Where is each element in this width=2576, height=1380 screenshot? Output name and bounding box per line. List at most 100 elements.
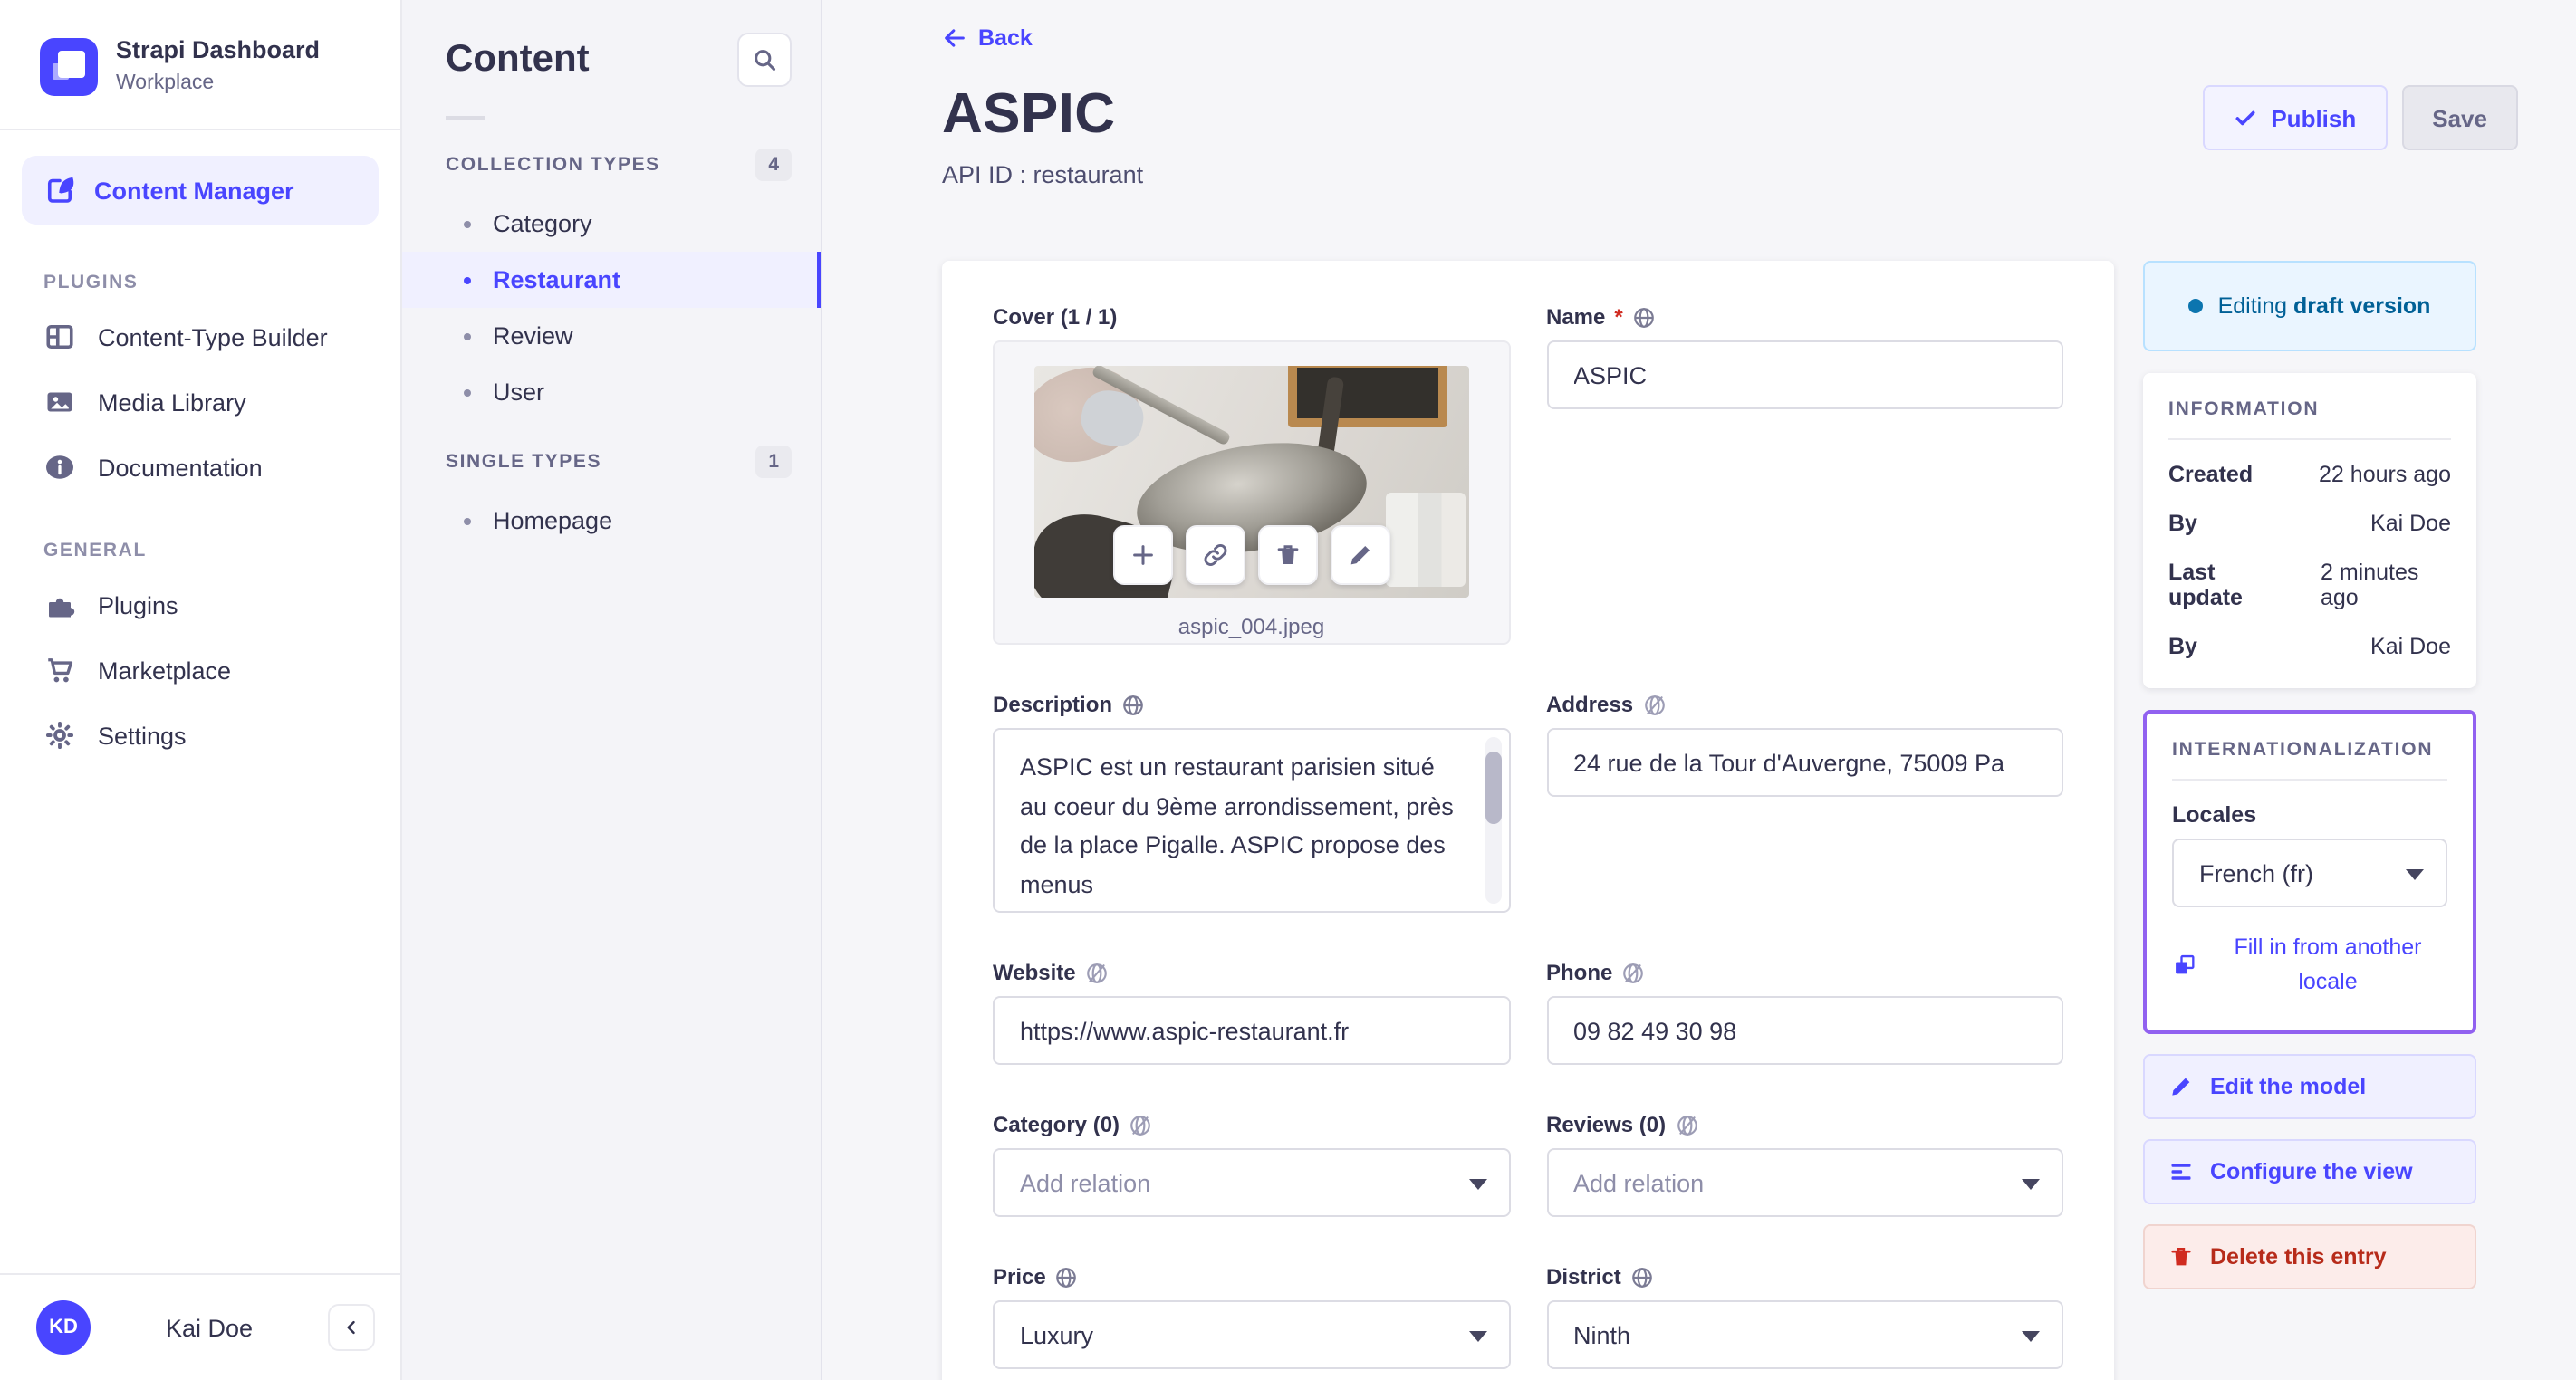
main-sidebar: Strapi Dashboard Workplace Content Manag… bbox=[0, 0, 402, 1380]
photo-containers bbox=[1385, 493, 1466, 587]
sidebar-item-label: Plugins bbox=[98, 591, 178, 619]
caret-down-icon bbox=[2022, 1179, 2040, 1190]
district-field-group: District Ninth bbox=[1546, 1264, 2063, 1369]
pencil-icon bbox=[1350, 546, 1370, 565]
add-media-button[interactable] bbox=[1112, 525, 1173, 585]
caret-down-icon bbox=[2406, 869, 2424, 880]
address-input[interactable] bbox=[1546, 728, 2063, 797]
description-label: Description bbox=[993, 692, 1113, 717]
bullet-icon bbox=[464, 332, 471, 340]
price-select[interactable]: Luxury bbox=[993, 1300, 1510, 1369]
sidebar-item-content-type-builder[interactable]: Content-Type Builder bbox=[0, 305, 400, 370]
globe-slash-icon bbox=[1086, 963, 1107, 982]
globe-slash-icon bbox=[1130, 1115, 1150, 1135]
sidebar-item-category[interactable]: Category bbox=[402, 196, 821, 252]
district-label: District bbox=[1546, 1264, 1621, 1289]
scrollbar-thumb[interactable] bbox=[1485, 752, 1501, 824]
brand-title: Strapi Dashboard bbox=[116, 36, 321, 63]
sidebar-item-review[interactable]: Review bbox=[402, 308, 821, 364]
save-button[interactable]: Save bbox=[2401, 85, 2518, 150]
phone-input[interactable] bbox=[1546, 996, 2063, 1065]
delete-entry-button[interactable]: Delete this entry bbox=[2143, 1223, 2476, 1289]
check-icon bbox=[2235, 110, 2254, 125]
single-types-count: 1 bbox=[755, 446, 792, 478]
photo-blackboard bbox=[1287, 366, 1447, 427]
description-textarea[interactable]: ASPIC est un restaurant parisien situé a… bbox=[993, 728, 1510, 913]
page-title: ASPIC bbox=[942, 81, 1116, 145]
sidebar-item-media-library[interactable]: Media Library bbox=[0, 370, 400, 436]
sidebar-item-label: Documentation bbox=[98, 454, 263, 482]
user-name: Kai Doe bbox=[165, 1314, 254, 1341]
content-manager-icon bbox=[43, 175, 76, 207]
price-label: Price bbox=[993, 1264, 1046, 1289]
publish-button[interactable]: Publish bbox=[2202, 85, 2388, 150]
avatar[interactable]: KD bbox=[36, 1300, 91, 1355]
sidebar-item-label: Content Manager bbox=[94, 177, 294, 205]
pencil-icon bbox=[2172, 1078, 2190, 1096]
website-label: Website bbox=[993, 960, 1076, 985]
entry-form-card: Cover (1 / 1) aspic_004.jpeg Name * ASPI… bbox=[942, 261, 2114, 1380]
sidebar-item-homepage[interactable]: Homepage bbox=[402, 493, 821, 549]
sidebar-item-marketplace[interactable]: Marketplace bbox=[0, 638, 400, 704]
draft-status-badge: Editing draft version bbox=[2143, 261, 2476, 351]
divider bbox=[2168, 438, 2451, 440]
sidebar-item-restaurant[interactable]: Restaurant bbox=[402, 252, 821, 308]
info-row-created-by: By Kai Doe bbox=[2168, 511, 2451, 536]
category-label: Category (0) bbox=[993, 1112, 1120, 1137]
collection-types-count: 4 bbox=[755, 149, 792, 181]
reviews-relation-select[interactable]: Add relation bbox=[1546, 1148, 2063, 1217]
sidebar-item-user[interactable]: User bbox=[402, 364, 821, 420]
delete-media-button[interactable] bbox=[1257, 525, 1318, 585]
back-link[interactable]: Back bbox=[942, 25, 1033, 51]
single-types-label: SINGLE TYPES bbox=[446, 451, 602, 473]
internationalization-card: INTERNATIONALIZATION Locales French (fr)… bbox=[2143, 710, 2476, 1034]
edit-media-button[interactable] bbox=[1330, 525, 1390, 585]
sidebar-item-content-manager[interactable]: Content Manager bbox=[22, 156, 379, 225]
chevron-left-icon bbox=[347, 1320, 355, 1335]
collapse-sidebar-button[interactable] bbox=[328, 1304, 375, 1351]
copy-link-button[interactable] bbox=[1185, 525, 1245, 585]
sidebar-item-settings[interactable]: Settings bbox=[0, 704, 400, 769]
sub-item-label: Restaurant bbox=[493, 266, 621, 293]
sub-item-label: Homepage bbox=[493, 507, 613, 534]
sidebar-item-plugins[interactable]: Plugins bbox=[0, 573, 400, 638]
cover-field: Cover (1 / 1) aspic_004.jpeg bbox=[993, 304, 1510, 645]
trash-icon bbox=[1277, 545, 1298, 564]
divider bbox=[446, 116, 485, 120]
category-relation-select[interactable]: Add relation bbox=[993, 1148, 1510, 1217]
nav-section-general: GENERAL bbox=[43, 540, 147, 562]
media-library-icon bbox=[43, 387, 76, 419]
globe-icon bbox=[1123, 695, 1143, 714]
website-input[interactable] bbox=[993, 996, 1510, 1065]
cover-image[interactable] bbox=[1033, 366, 1469, 598]
globe-icon bbox=[1631, 1267, 1652, 1287]
reviews-field-group: Reviews (0) Add relation bbox=[1546, 1112, 2063, 1217]
information-title: INFORMATION bbox=[2168, 398, 2320, 420]
status-dot-icon bbox=[2188, 299, 2204, 313]
search-icon bbox=[755, 50, 776, 72]
sidebar-item-documentation[interactable]: Documentation bbox=[0, 436, 400, 501]
sub-item-label: User bbox=[493, 379, 545, 406]
edit-model-button[interactable]: Edit the model bbox=[2143, 1053, 2476, 1119]
collection-types-label: COLLECTION TYPES bbox=[446, 154, 660, 176]
name-input[interactable] bbox=[1546, 340, 2063, 409]
fill-from-locale-link[interactable]: Fill in from another locale bbox=[2172, 931, 2447, 1001]
caret-down-icon bbox=[1468, 1179, 1486, 1190]
info-row-updated-by: By Kai Doe bbox=[2168, 634, 2451, 659]
info-row-created: Created 22 hours ago bbox=[2168, 462, 2451, 487]
locale-select[interactable]: French (fr) bbox=[2172, 839, 2447, 907]
api-id: API ID : restaurant bbox=[942, 161, 1144, 188]
caret-down-icon bbox=[2022, 1331, 2040, 1342]
configure-view-button[interactable]: Configure the view bbox=[2143, 1138, 2476, 1204]
sidebar-item-label: Settings bbox=[98, 722, 187, 750]
bullet-icon bbox=[464, 220, 471, 227]
cover-filename: aspic_004.jpeg bbox=[1177, 614, 1325, 639]
cover-media-box: aspic_004.jpeg bbox=[993, 340, 1510, 645]
phone-label: Phone bbox=[1546, 960, 1613, 985]
description-field-group: Description ASPIC est un restaurant pari… bbox=[993, 692, 1510, 913]
district-select[interactable]: Ninth bbox=[1546, 1300, 2063, 1369]
website-field-group: Website bbox=[993, 960, 1510, 1065]
globe-slash-icon bbox=[1623, 963, 1644, 982]
entry-side-panel: Editing draft version INFORMATION Create… bbox=[2143, 261, 2476, 1289]
search-button[interactable] bbox=[737, 33, 792, 87]
